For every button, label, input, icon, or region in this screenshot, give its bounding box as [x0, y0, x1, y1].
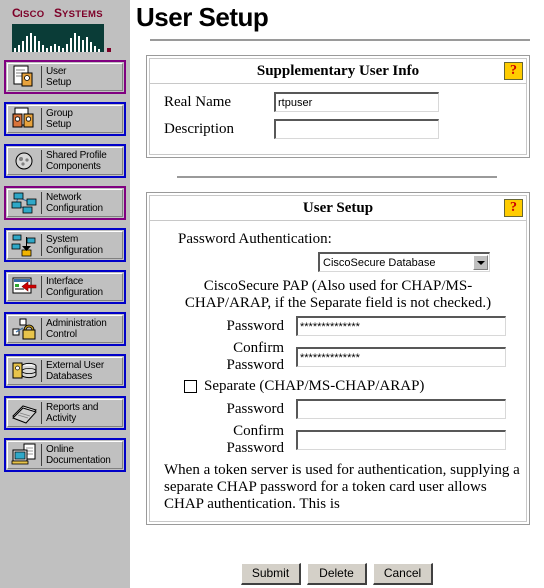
supplementary-panel-header: Supplementary User Info ?	[149, 58, 527, 84]
group-setup-icon	[10, 106, 40, 132]
user-setup-panel-header: User Setup ?	[149, 195, 527, 221]
pap-note: CiscoSecure PAP (Also used for CHAP/MS-C…	[184, 278, 492, 311]
sidebar-item-label: External User Databases	[46, 360, 104, 382]
sidebar-item-user-setup[interactable]: User Setup	[4, 60, 126, 94]
description-input[interactable]	[274, 119, 439, 139]
token-server-note: When a token server is used for authenti…	[164, 462, 520, 512]
supplementary-panel-title: Supplementary User Info	[256, 62, 420, 79]
svg-text:YSTEMS: YSTEMS	[62, 9, 103, 19]
supplementary-user-info-panel: Supplementary User Info ? Real Name Desc…	[146, 55, 530, 158]
page-title: User Setup	[136, 2, 269, 32]
pap-password-row: Password	[156, 316, 520, 336]
pap-confirm-label: Confirm Password	[226, 340, 284, 373]
network-configuration-icon	[10, 190, 40, 216]
sidebar-item-external-user-databases[interactable]: External User Databases	[4, 354, 126, 388]
separate-checkbox-label: Separate (CHAP/MS-CHAP/ARAP)	[204, 378, 425, 394]
system-configuration-icon	[10, 232, 40, 258]
sidebar-item-label: Administration Control	[46, 318, 107, 340]
password-auth-selected-value: CiscoSecure Database	[323, 256, 436, 269]
acs-user-setup-page: C ISCO S YSTEMS User Setup Group Setup S…	[0, 0, 544, 588]
submit-button[interactable]: Submit	[241, 563, 301, 585]
sidebar-item-label: Shared Profile Components	[46, 150, 107, 172]
separate-password-row: Password	[156, 399, 520, 419]
online-documentation-icon	[10, 442, 40, 468]
sidebar-item-online-documentation[interactable]: Online Documentation	[4, 438, 126, 472]
pap-password-label: Password	[226, 317, 284, 334]
sidebar-item-label: Network Configuration	[46, 192, 103, 214]
help-icon[interactable]: ?	[504, 62, 523, 80]
supplementary-panel-body: Real Name Description	[149, 84, 527, 155]
cisco-logo: C ISCO S YSTEMS	[0, 0, 130, 52]
sidebar-item-group-setup[interactable]: Group Setup	[4, 102, 126, 136]
sidebar-item-label: Online Documentation	[46, 444, 111, 466]
real-name-label: Real Name	[164, 93, 232, 110]
sidebar-item-label: Group Setup	[46, 108, 73, 130]
help-icon[interactable]: ?	[504, 199, 523, 217]
sidebar-item-label: Interface Configuration	[46, 276, 103, 298]
external-user-databases-icon	[10, 358, 40, 384]
user-setup-panel-title: User Setup	[302, 199, 374, 216]
user-setup-panel: User Setup ? Password Authentication: Ci…	[146, 192, 530, 525]
description-row: Description	[156, 119, 520, 139]
sidebar-nav: User Setup Group Setup Shared Profile Co…	[0, 60, 130, 472]
pap-confirm-input[interactable]	[296, 347, 506, 367]
password-authentication-label: Password Authentication:	[178, 231, 332, 247]
chevron-down-icon[interactable]	[473, 255, 488, 270]
sidebar-item-label: System Configuration	[46, 234, 103, 256]
cisco-logo-text: C ISCO S YSTEMS	[12, 6, 130, 22]
cancel-button[interactable]: Cancel	[373, 563, 433, 585]
svg-text:ISCO: ISCO	[20, 9, 44, 19]
sidebar-item-network-configuration[interactable]: Network Configuration	[4, 186, 126, 220]
sidebar-item-label: User Setup	[46, 66, 72, 88]
separate-checkbox[interactable]	[184, 380, 197, 393]
interface-configuration-icon	[10, 274, 40, 300]
sidebar-item-label: Reports and Activity	[46, 402, 99, 424]
sidebar-item-administration-control[interactable]: Administration Control	[4, 312, 126, 346]
sidebar-item-shared-profile-components[interactable]: Shared Profile Components	[4, 144, 126, 178]
main-content: User Setup Supplementary User Info ? Rea…	[130, 0, 544, 560]
sidebar: C ISCO S YSTEMS User Setup Group Setup S…	[0, 0, 130, 588]
shared-profile-icon	[10, 148, 40, 174]
sidebar-item-system-configuration[interactable]: System Configuration	[4, 228, 126, 262]
user-setup-icon	[10, 64, 40, 90]
cisco-systems-wordmark-icon: C ISCO S YSTEMS	[12, 6, 103, 20]
panel-separator	[177, 176, 497, 178]
reports-activity-icon	[10, 400, 40, 426]
form-button-bar: Submit Delete Cancel	[130, 560, 544, 588]
separate-checkbox-row[interactable]: Separate (CHAP/MS-CHAP/ARAP)	[184, 378, 520, 395]
pap-password-input[interactable]	[296, 316, 506, 336]
cisco-bridge-logo-icon	[12, 24, 111, 52]
sidebar-item-reports-and-activity[interactable]: Reports and Activity	[4, 396, 126, 430]
real-name-row: Real Name	[156, 92, 520, 112]
password-auth-select-row: CiscoSecure Database	[156, 252, 520, 272]
administration-control-icon	[10, 316, 40, 342]
separate-confirm-label: Confirm Password	[226, 423, 284, 456]
delete-button[interactable]: Delete	[307, 563, 367, 585]
separate-password-label: Password	[226, 400, 284, 417]
user-setup-panel-body: Password Authentication: CiscoSecure Dat…	[149, 221, 527, 522]
real-name-input[interactable]	[274, 92, 439, 112]
description-label: Description	[164, 120, 234, 137]
separate-confirm-row: Confirm Password	[156, 423, 520, 457]
title-divider	[150, 39, 530, 41]
pap-confirm-row: Confirm Password	[156, 340, 520, 374]
sidebar-item-interface-configuration[interactable]: Interface Configuration	[4, 270, 126, 304]
password-auth-select[interactable]: CiscoSecure Database	[318, 252, 490, 272]
separate-password-input[interactable]	[296, 399, 506, 419]
separate-confirm-input[interactable]	[296, 430, 506, 450]
